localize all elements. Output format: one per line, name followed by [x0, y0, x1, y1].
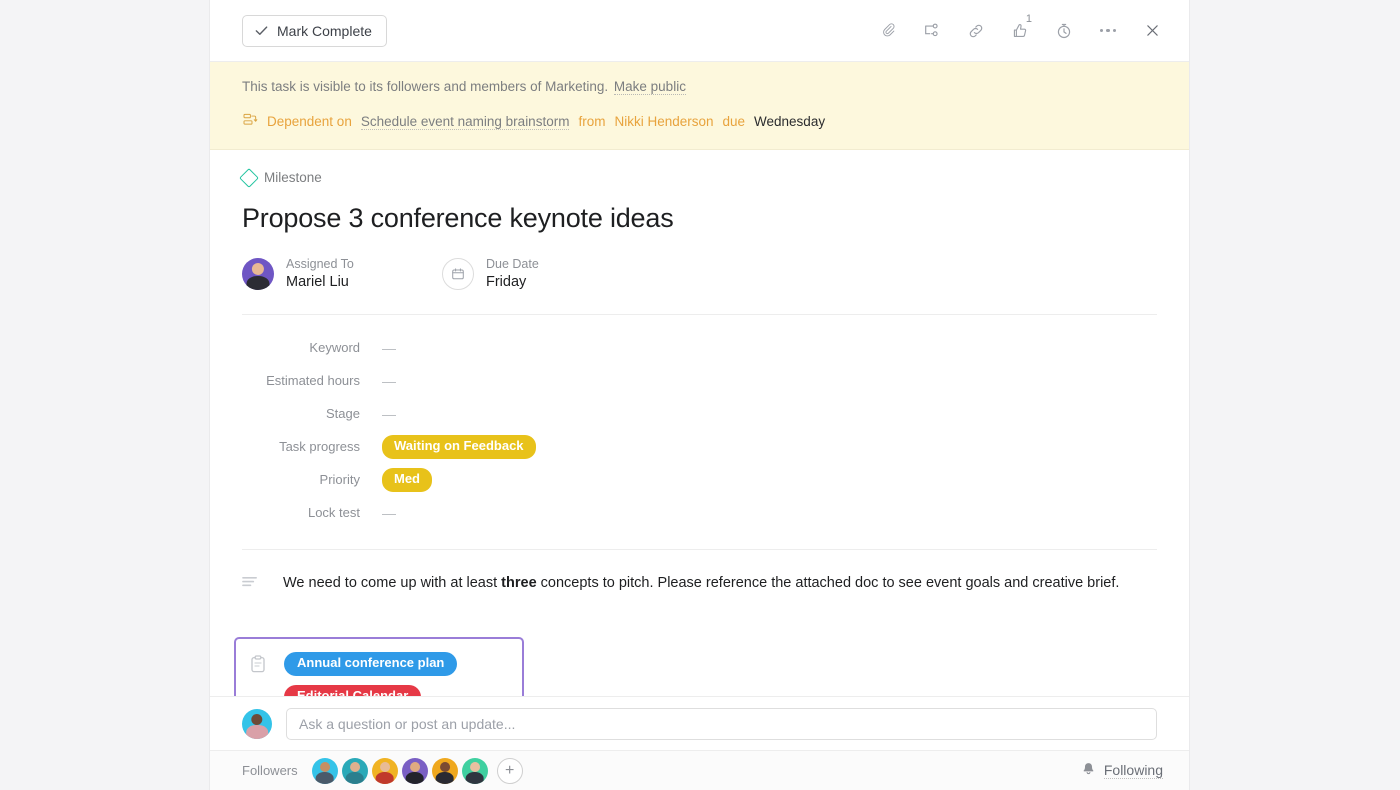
field-row-priority[interactable]: Priority Med [242, 463, 1157, 496]
field-label: Stage [326, 406, 360, 422]
subtask-icon[interactable] [917, 16, 947, 46]
like-icon[interactable]: 1 [1005, 12, 1035, 46]
milestone-label: Milestone [264, 170, 322, 185]
add-follower-button[interactable]: + [496, 757, 523, 784]
assignee-field[interactable]: Assigned To Mariel Liu [242, 256, 442, 292]
description-text[interactable]: We need to come up with at least three c… [283, 572, 1119, 595]
task-title[interactable]: Propose 3 conference keynote ideas [242, 203, 1157, 234]
dependency-person[interactable]: Nikki Henderson [614, 114, 713, 129]
avatar-face [432, 758, 458, 784]
description-part2: concepts to pitch. Please reference the … [536, 575, 1120, 592]
field-row-task-progress[interactable]: Task progress Waiting on Feedback [242, 430, 1157, 463]
field-value[interactable]: — [382, 505, 396, 521]
dependency-icon [242, 112, 258, 131]
description-part1: We need to come up with at least [283, 575, 502, 592]
field-label: Priority [319, 472, 360, 488]
milestone-diamond-icon [239, 167, 259, 188]
comment-input[interactable] [286, 708, 1157, 740]
dependency-row: Dependent on Schedule event naming brain… [242, 112, 1157, 131]
description-icon [242, 572, 259, 595]
visibility-text: This task is visible to its followers an… [242, 79, 609, 94]
field-row-keyword[interactable]: Keyword — [242, 331, 1157, 364]
follower-avatar-list: + [311, 757, 523, 784]
priority-badge[interactable]: Med [382, 468, 432, 492]
due-date-field[interactable]: Due Date Friday [442, 256, 539, 292]
task-body: Milestone Propose 3 conference keynote i… [210, 150, 1189, 725]
avatar-face [312, 758, 338, 784]
field-value[interactable]: — [382, 373, 396, 389]
avatar-face [462, 758, 488, 784]
following-label: Following [1103, 762, 1163, 779]
follower-avatar-4[interactable] [401, 757, 428, 784]
followers-label: Followers [242, 763, 298, 778]
visibility-text-row: This task is visible to its followers an… [242, 79, 1157, 95]
assignee-avatar[interactable] [242, 258, 274, 291]
like-count-badge: 1 [1025, 12, 1032, 25]
mark-complete-label: Mark Complete [277, 22, 372, 39]
task-detail-panel: Mark Complete 1 This task is visible to … [210, 0, 1189, 790]
dependency-due-value: Wednesday [754, 114, 826, 129]
avatar-face [402, 758, 428, 784]
comment-composer [210, 697, 1189, 751]
field-label: Estimated hours [266, 373, 360, 389]
avatar-face [242, 709, 272, 739]
privacy-banner: This task is visible to its followers an… [210, 62, 1189, 150]
task-meta-row: Assigned To Mariel Liu Due Date Friday [242, 256, 1157, 292]
dependency-due-label: due [722, 114, 746, 129]
field-label: Lock test [307, 505, 360, 521]
avatar-face [342, 758, 368, 784]
field-label: Keyword [309, 340, 360, 356]
description-bold: three [501, 575, 537, 592]
follower-avatar-3[interactable] [371, 757, 398, 784]
make-public-link[interactable]: Make public [613, 79, 686, 95]
field-value[interactable]: — [382, 340, 396, 356]
dependency-prefix: Dependent on [267, 114, 352, 129]
field-label: Task progress [279, 439, 360, 455]
assignee-name: Mariel Liu [286, 273, 349, 290]
due-date-label: Due Date [486, 257, 539, 271]
more-icon[interactable] [1093, 16, 1123, 46]
field-row-lock-test[interactable]: Lock test — [242, 496, 1157, 529]
link-icon[interactable] [961, 16, 991, 46]
field-row-estimated-hours[interactable]: Estimated hours — [242, 364, 1157, 397]
toolbar-icon-group: 1 [873, 12, 1167, 46]
avatar-face [242, 258, 274, 291]
attachment-icon[interactable] [873, 16, 903, 46]
calendar-icon[interactable] [442, 258, 474, 291]
dependency-task-link[interactable]: Schedule event naming brainstorm [360, 114, 570, 130]
avatar-face [372, 758, 398, 784]
description-section[interactable]: We need to come up with at least three c… [242, 550, 1157, 605]
custom-fields-list: Keyword — Estimated hours — Stage — Task… [242, 315, 1157, 543]
followers-bar: Followers + Following [210, 751, 1189, 790]
task-toolbar: Mark Complete 1 [210, 0, 1189, 62]
follower-avatar-6[interactable] [461, 757, 488, 784]
follower-avatar-1[interactable] [311, 757, 338, 784]
following-button[interactable]: Following [1081, 761, 1163, 780]
timer-icon[interactable] [1049, 16, 1079, 46]
bell-icon [1081, 761, 1096, 780]
project-pill-annual-conference-plan[interactable]: Annual conference plan [284, 652, 458, 677]
task-progress-badge[interactable]: Waiting on Feedback [382, 435, 536, 459]
current-user-avatar[interactable] [242, 709, 272, 739]
field-row-stage[interactable]: Stage — [242, 397, 1157, 430]
follower-avatar-2[interactable] [341, 757, 368, 784]
close-icon[interactable] [1137, 16, 1167, 46]
dependency-from-label: from [578, 114, 606, 129]
due-date-value: Friday [486, 273, 527, 290]
milestone-row[interactable]: Milestone [239, 150, 1157, 188]
field-value[interactable]: — [382, 406, 396, 422]
follower-avatar-5[interactable] [431, 757, 458, 784]
mark-complete-button[interactable]: Mark Complete [242, 14, 387, 47]
assignee-label: Assigned To [286, 257, 354, 271]
check-icon [254, 23, 269, 38]
